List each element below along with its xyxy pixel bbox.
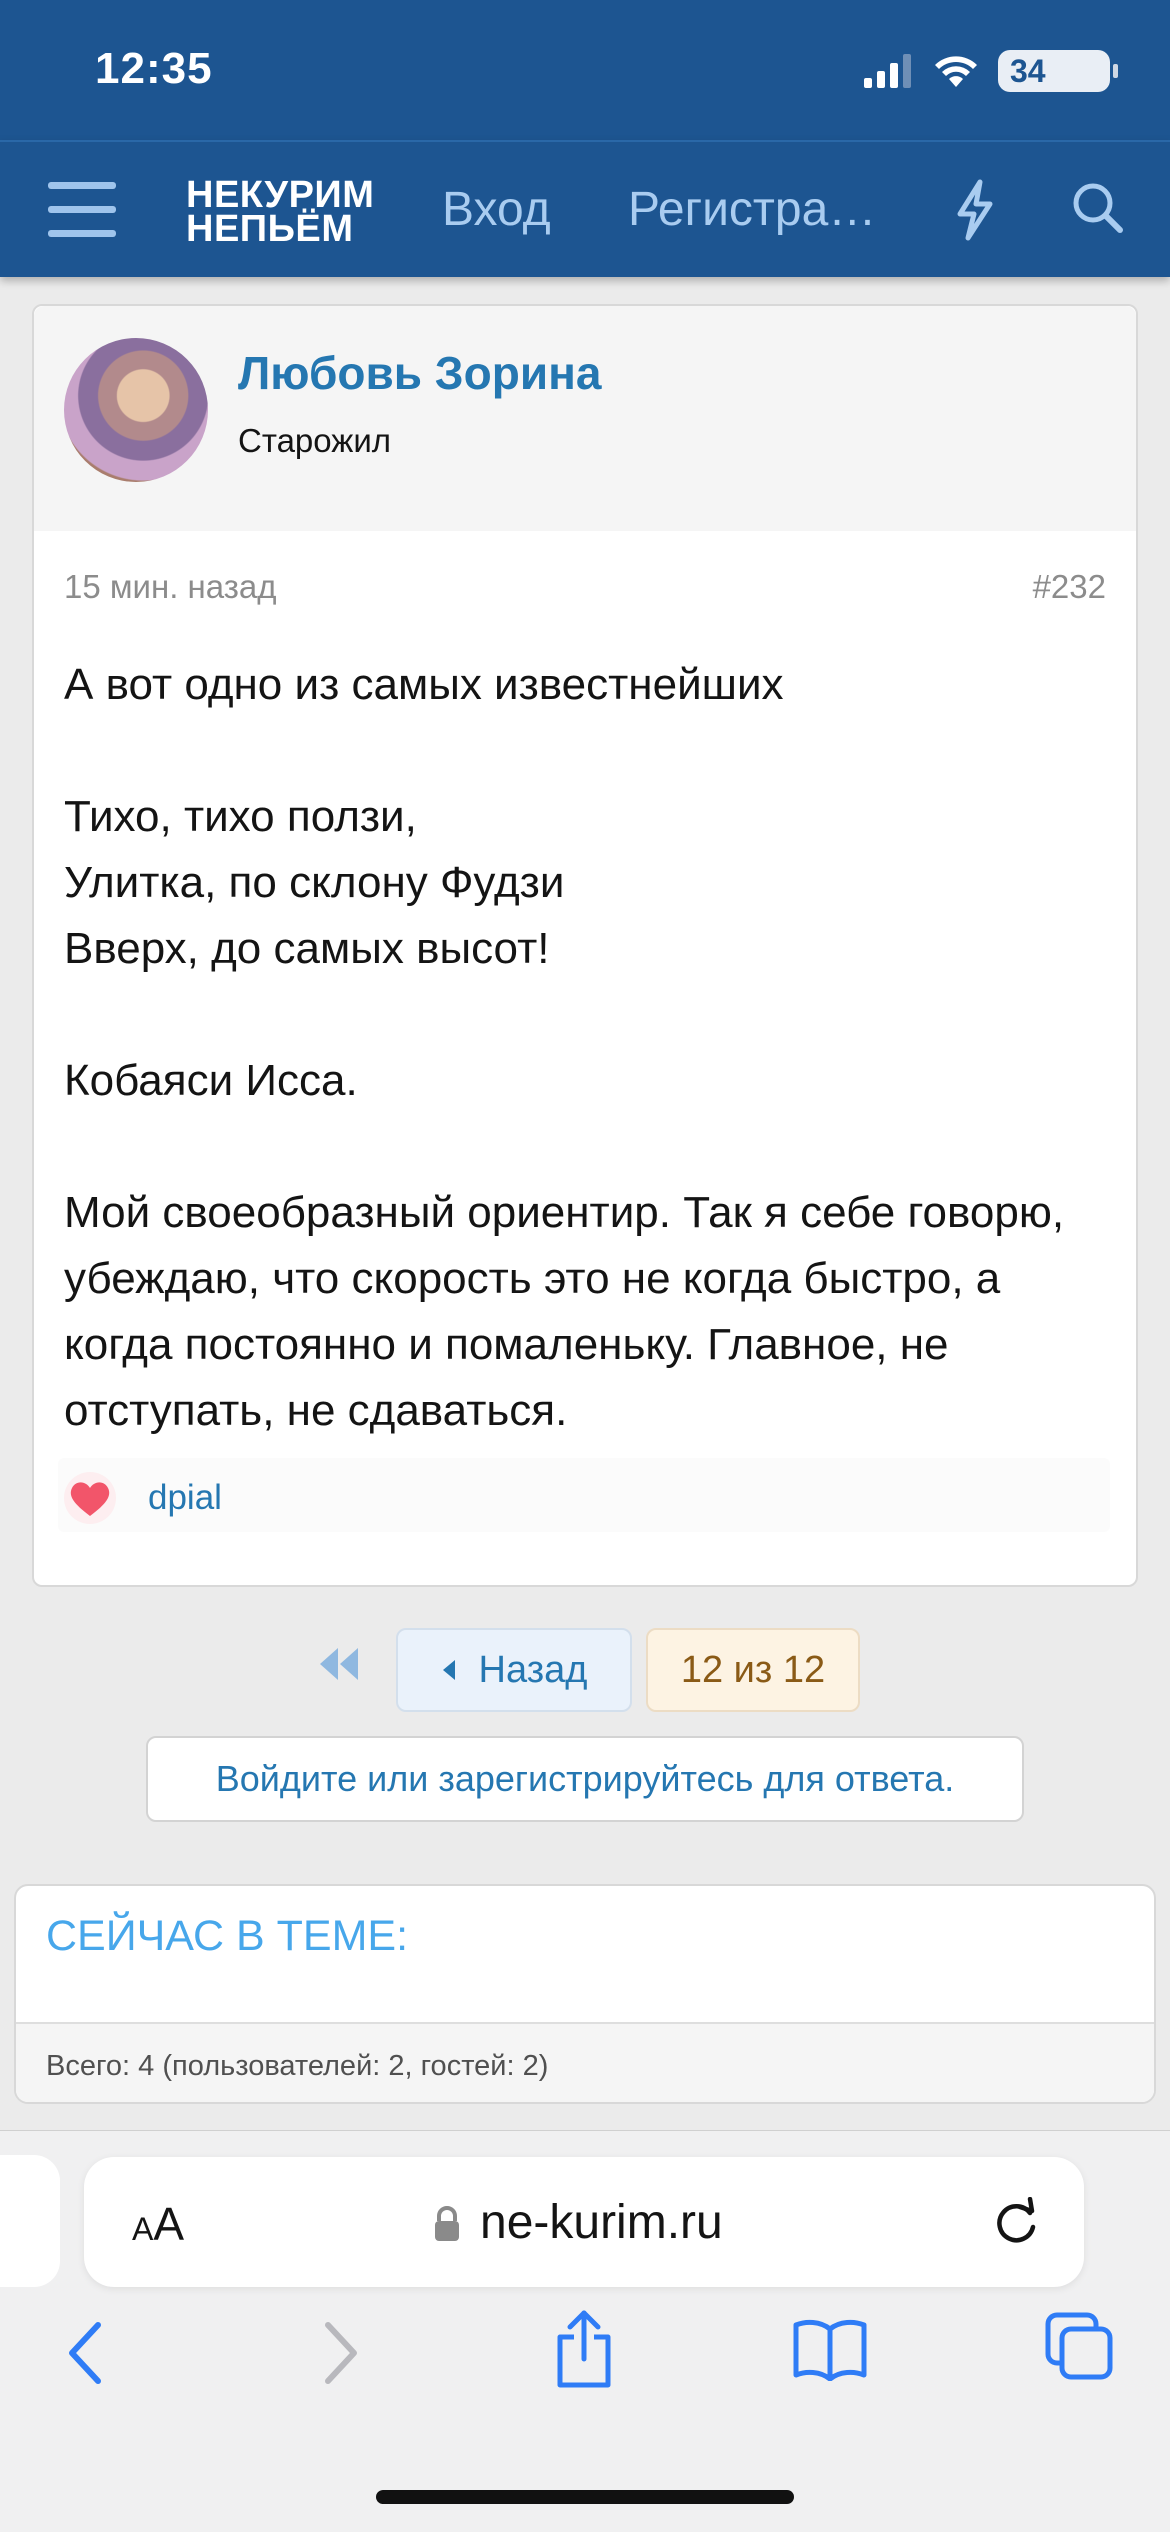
status-icons: 34 xyxy=(864,50,1118,92)
back-arrow-icon[interactable] xyxy=(64,2321,108,2385)
author-title: Старожил xyxy=(238,422,392,459)
battery-level: 34 xyxy=(1010,52,1046,89)
logo-line-1: НЕКУРИМ xyxy=(186,174,375,216)
bolt-icon[interactable] xyxy=(950,178,1000,242)
post-paragraph: А вот одно из самых известнейших xyxy=(64,660,784,709)
post-card: Любовь Зорина Старожил 15 мин. назад #23… xyxy=(32,304,1138,1587)
bookmarks-icon[interactable] xyxy=(792,2317,868,2381)
signal-icon xyxy=(864,54,911,88)
status-bar: 12:35 34 xyxy=(0,0,1170,140)
menu-icon[interactable] xyxy=(48,182,116,240)
battery-indicator: 34 xyxy=(998,50,1118,92)
text-size-large: A xyxy=(153,2198,185,2250)
caret-left-icon xyxy=(442,1660,455,1680)
first-page-icon[interactable] xyxy=(316,1646,360,1682)
now-in-topic-title: СЕЙЧАС В ТЕМЕ: xyxy=(46,1912,409,1960)
text-size-button[interactable]: AA xyxy=(132,2197,184,2251)
post-paragraph: Кобаяси Исса. xyxy=(64,1056,358,1105)
register-link[interactable]: Регистрация xyxy=(628,182,888,237)
login-to-reply-button[interactable]: Войдите или зарегистрируйтесь для ответа… xyxy=(146,1736,1024,1822)
search-icon[interactable] xyxy=(1068,178,1128,238)
share-icon[interactable] xyxy=(552,2309,616,2389)
reaction-user-link[interactable]: dpial xyxy=(148,1478,222,1518)
now-in-topic-block: СЕЙЧАС В ТЕМЕ: Всего: 4 (пользователей: … xyxy=(14,1884,1156,2104)
url-text[interactable]: ne-kurim.ru xyxy=(480,2195,723,2250)
reactions-bar: dpial xyxy=(58,1458,1110,1532)
post-paragraph: Тихо, тихо ползи, Улитка, по склону Фудз… xyxy=(64,792,565,973)
status-time: 12:35 xyxy=(95,44,213,93)
back-label: Назад xyxy=(478,1648,588,1691)
forward-arrow-icon[interactable] xyxy=(318,2321,362,2385)
post-author[interactable]: Любовь Зорина xyxy=(238,346,601,400)
post-number[interactable]: #232 xyxy=(1033,568,1106,606)
heart-icon xyxy=(64,1472,116,1524)
post-time[interactable]: 15 мин. назад xyxy=(64,568,277,606)
now-in-topic-footer: Всего: 4 (пользователей: 2, гостей: 2) xyxy=(16,2022,1154,2102)
login-link[interactable]: Вход xyxy=(442,182,551,237)
back-button[interactable]: Назад xyxy=(396,1628,632,1712)
home-indicator xyxy=(376,2490,794,2504)
browser-toolbar: AA ne-kurim.ru xyxy=(0,2130,1170,2532)
visitor-stats: Всего: 4 (пользователей: 2, гостей: 2) xyxy=(46,2050,549,2082)
avatar[interactable] xyxy=(64,338,208,482)
address-bar[interactable]: AA ne-kurim.ru xyxy=(84,2157,1084,2287)
post-body: А вот одно из самых известнейших Тихо, т… xyxy=(64,652,1114,1444)
previous-tab-peek[interactable] xyxy=(0,2155,60,2287)
wifi-icon xyxy=(935,56,977,87)
lock-icon xyxy=(435,2206,459,2241)
logo-line-2: НЕПЬЁМ xyxy=(186,208,354,250)
site-logo[interactable]: НЕКУРИМ НЕПЬЁМ xyxy=(186,174,375,250)
text-size-small: A xyxy=(132,2211,154,2247)
site-header: НЕКУРИМ НЕПЬЁМ Вход Регистрация xyxy=(0,140,1170,277)
page-indicator[interactable]: 12 из 12 xyxy=(646,1628,860,1712)
post-user-block: Любовь Зорина Старожил xyxy=(34,306,1136,531)
post-paragraph: Мой своеобразный ориентир. Так я себе го… xyxy=(64,1188,1065,1435)
tabs-icon[interactable] xyxy=(1044,2311,1114,2381)
reload-icon[interactable] xyxy=(990,2197,1042,2249)
